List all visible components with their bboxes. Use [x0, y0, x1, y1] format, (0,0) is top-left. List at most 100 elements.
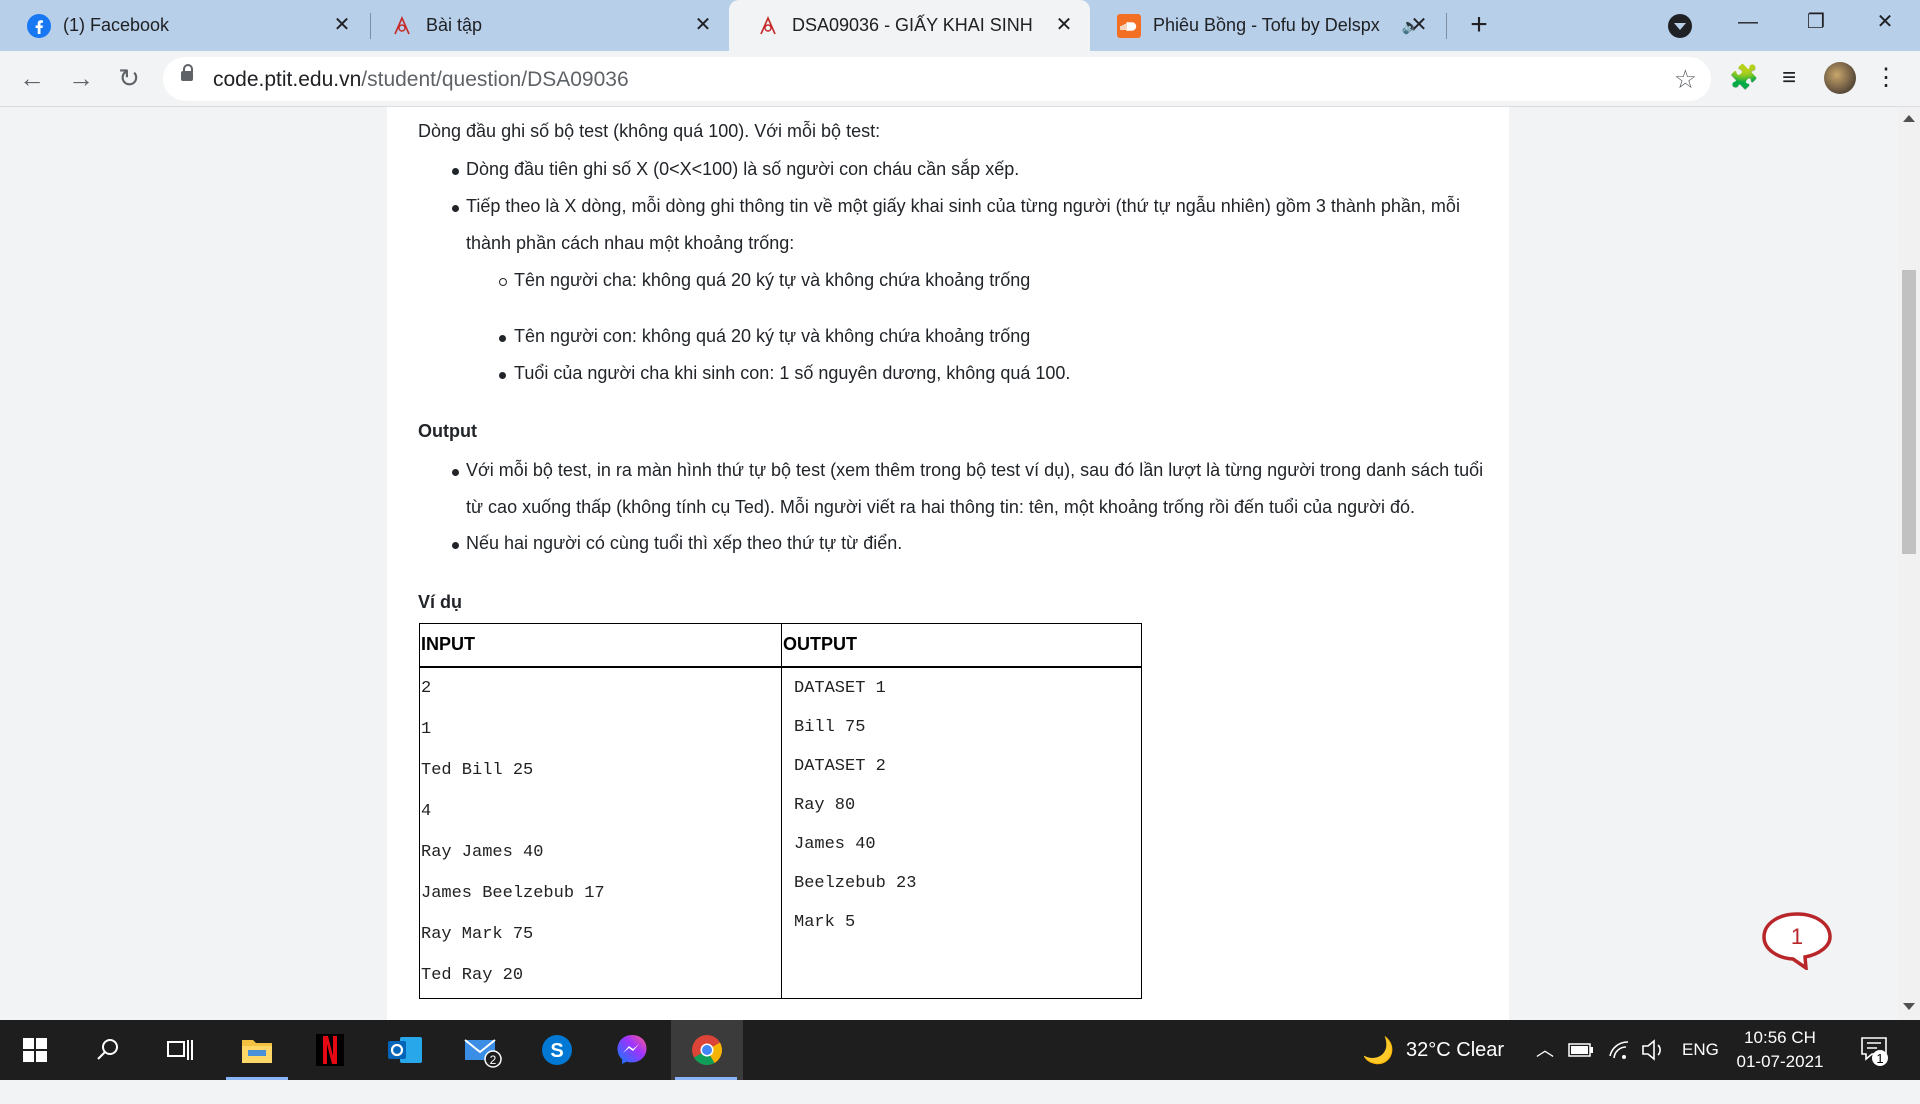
- forward-arrow-icon[interactable]: →: [66, 63, 96, 93]
- intro-text: Dòng đầu ghi số bộ test (không quá 100).…: [418, 121, 881, 141]
- bullet: [452, 168, 459, 175]
- input-line: 1: [421, 720, 432, 739]
- column-divider: [781, 624, 782, 998]
- restore-icon[interactable]: ❐: [1786, 0, 1846, 44]
- tab-bai-tap[interactable]: Bài tập ✕: [363, 0, 729, 51]
- start-windows-icon[interactable]: [0, 1020, 70, 1080]
- close-icon[interactable]: ✕: [1052, 13, 1076, 37]
- file-explorer-icon[interactable]: [222, 1020, 292, 1080]
- page-scrollbar[interactable]: [1898, 107, 1920, 1020]
- close-icon[interactable]: ✕: [691, 13, 715, 37]
- media-queue-icon[interactable]: ≡: [1775, 64, 1803, 92]
- minimize-icon[interactable]: —: [1718, 0, 1778, 44]
- sub-bullet-2: Tên người con: không quá 20 ký tự và khô…: [514, 326, 1031, 346]
- bookmark-star-icon[interactable]: ☆: [1674, 64, 1697, 95]
- ptit-icon: [394, 15, 410, 34]
- tab-dsa09036[interactable]: DSA09036 - GIẤY KHAI SINH ✕: [729, 0, 1090, 51]
- extensions-puzzle-icon[interactable]: 🧩: [1729, 64, 1759, 92]
- sub-bullet-3: Tuổi của người cha khi sinh con: 1 số ng…: [514, 363, 1071, 383]
- outlook-icon[interactable]: [370, 1020, 440, 1080]
- menu-kebab-icon[interactable]: ⋮: [1872, 64, 1900, 92]
- input-line: Ted Ray 20: [421, 966, 524, 985]
- battery-icon[interactable]: [1568, 1020, 1594, 1080]
- new-tab-plus-icon[interactable]: +: [1465, 10, 1493, 40]
- input-line: Ted Bill 25: [421, 761, 534, 780]
- tab-label: Bài tập: [426, 15, 483, 35]
- window-close-icon[interactable]: ✕: [1855, 0, 1915, 44]
- output-bullet-1-cont: từ cao xuống thấp (không tính cụ Ted). M…: [466, 497, 1415, 517]
- output-line: DATASET 2: [794, 757, 886, 776]
- input-header: INPUT: [421, 634, 475, 654]
- input-bullet-1: Dòng đầu tiên ghi số X (0<X<100) là số n…: [466, 159, 1020, 179]
- windows-taskbar: 2 S 🌙 32°C Clear ︿ ENG 10:56 CH 01-07-20…: [0, 1020, 1920, 1080]
- output-header: OUTPUT: [783, 634, 857, 654]
- bullet: [452, 542, 459, 549]
- avatar[interactable]: [1824, 62, 1856, 94]
- url-path: /student/question/DSA09036: [361, 68, 629, 91]
- chat-bubble-icon[interactable]: 1: [1760, 910, 1834, 970]
- skype-icon[interactable]: S: [522, 1020, 592, 1080]
- wifi-icon[interactable]: [1608, 1020, 1632, 1080]
- close-icon[interactable]: ✕: [330, 13, 354, 37]
- lock-icon[interactable]: [181, 64, 193, 81]
- tab-label: (1) Facebook: [63, 15, 170, 35]
- bullet: [499, 335, 506, 342]
- output-line: Bill 75: [794, 718, 866, 737]
- close-icon[interactable]: ✕: [1407, 13, 1431, 37]
- search-icon[interactable]: [73, 1020, 143, 1080]
- messenger-icon[interactable]: [597, 1020, 667, 1080]
- clock-date: 01-07-2021: [1736, 1052, 1824, 1071]
- sub-bullet-1: Tên người cha: không quá 20 ký tự và khô…: [514, 270, 1031, 290]
- output-bullet-2: Nếu hai người có cùng tuổi thì xếp theo …: [466, 533, 903, 553]
- input-bullet-2: Tiếp theo là X dòng, mỗi dòng ghi thông …: [466, 196, 1460, 216]
- tab-strip: (1) Facebook ✕ Bài tập ✕ DSA09036 - GIẤY…: [0, 0, 1920, 51]
- speaker-volume-icon[interactable]: [1640, 1020, 1666, 1080]
- input-line: James Beelzebub 17: [421, 884, 605, 903]
- facebook-icon: [27, 13, 51, 38]
- tab-search-chevron-icon[interactable]: [1668, 14, 1692, 38]
- notification-center-icon[interactable]: 1: [1858, 1020, 1892, 1080]
- tab-facebook[interactable]: (1) Facebook ✕: [0, 0, 368, 51]
- chrome-icon[interactable]: [671, 1020, 743, 1080]
- header-divider: [420, 666, 1141, 668]
- reload-icon[interactable]: ↻: [114, 63, 144, 93]
- address-bar[interactable]: code.ptit.edu.vn/student/question/DSA090…: [163, 57, 1711, 101]
- tab-soundcloud[interactable]: Phiêu Bồng - Tofu by Delspx 🔈 ✕: [1090, 0, 1445, 51]
- back-arrow-icon[interactable]: ←: [17, 63, 47, 93]
- clock[interactable]: 10:56 CH 01-07-2021: [1730, 1026, 1830, 1074]
- chevron-up-icon[interactable]: ︿: [1536, 1020, 1554, 1080]
- moon-weather-icon[interactable]: 🌙: [1362, 1020, 1394, 1080]
- weather-text[interactable]: 32°C Clear: [1406, 1020, 1504, 1080]
- bullet: [452, 469, 459, 476]
- output-line: Beelzebub 23: [794, 874, 917, 893]
- netflix-icon[interactable]: [295, 1020, 365, 1080]
- tab-separator: [1446, 13, 1447, 39]
- output-line: James 40: [794, 835, 876, 854]
- input-bullet-2-cont: thành phần cách nhau một khoảng trống:: [466, 233, 795, 253]
- scrollbar-thumb[interactable]: [1902, 270, 1916, 554]
- page-viewport: Dòng đầu ghi số bộ test (không quá 100).…: [0, 107, 1898, 1020]
- mail-badge: 2: [490, 1053, 497, 1067]
- mail-icon[interactable]: 2: [448, 1020, 518, 1080]
- output-line: DATASET 1: [794, 679, 886, 698]
- task-view-icon[interactable]: [145, 1020, 215, 1080]
- sub-bullet: [499, 278, 507, 286]
- output-line: Ray 80: [794, 796, 856, 815]
- scroll-down-arrow-icon[interactable]: [1903, 1003, 1915, 1010]
- output-heading: Output: [418, 421, 477, 441]
- input-line: 4: [421, 802, 432, 821]
- soundcloud-icon: [1117, 13, 1141, 38]
- output-line: Mark 5: [794, 913, 856, 932]
- example-table: INPUT OUTPUT 2 1 Ted Bill 25 4 Ray James…: [419, 623, 1142, 999]
- ptit-icon: [760, 15, 776, 34]
- scroll-up-arrow-icon[interactable]: [1903, 115, 1915, 122]
- example-heading: Ví dụ: [418, 592, 462, 612]
- url-text[interactable]: code.ptit.edu.vn/student/question/DSA090…: [213, 68, 629, 92]
- chat-badge: 1: [1791, 924, 1803, 949]
- url-host: code.ptit.edu.vn: [213, 68, 362, 91]
- tab-label: Phiêu Bồng - Tofu by Delspx: [1153, 15, 1380, 35]
- output-bullet-1: Với mỗi bộ test, in ra màn hình thứ tự b…: [466, 460, 1484, 480]
- language-indicator[interactable]: ENG: [1682, 1020, 1719, 1080]
- bullet: [452, 205, 459, 212]
- input-line: Ray Mark 75: [421, 925, 534, 944]
